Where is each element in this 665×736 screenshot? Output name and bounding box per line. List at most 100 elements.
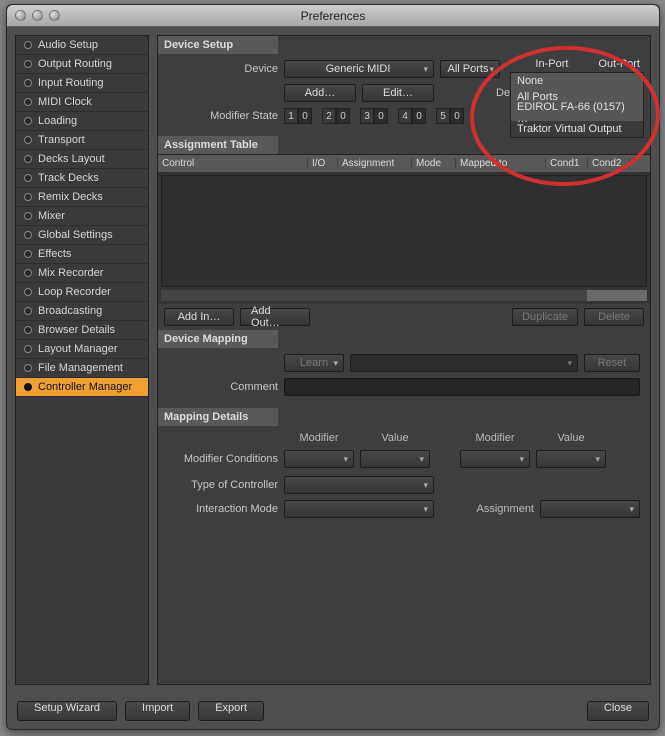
sidebar-item-mixer[interactable]: Mixer — [16, 207, 148, 226]
column-assignment[interactable]: Assignment — [338, 158, 412, 169]
type-of-controller-dropdown[interactable] — [284, 476, 434, 494]
modifier-1[interactable]: 10 — [284, 108, 312, 124]
radio-icon — [24, 98, 32, 106]
sidebar-item-label: Effects — [38, 248, 71, 260]
sidebar-item-label: Audio Setup — [38, 39, 98, 51]
sidebar-item-label: Broadcasting — [38, 305, 102, 317]
sidebar-item-midi-clock[interactable]: MIDI Clock — [16, 93, 148, 112]
add-out-button[interactable]: Add Out… — [240, 308, 310, 326]
setup-wizard-button[interactable]: Setup Wizard — [17, 701, 117, 721]
assignment-table-body[interactable] — [161, 175, 647, 287]
sidebar-item-label: Output Routing — [38, 58, 112, 70]
window-title: Preferences — [7, 9, 659, 23]
modifier-col-2: Modifier — [460, 432, 530, 444]
sidebar-item-audio-setup[interactable]: Audio Setup — [16, 36, 148, 55]
value-col-1: Value — [360, 432, 430, 444]
sidebar-item-label: Transport — [38, 134, 85, 146]
sidebar-item-loading[interactable]: Loading — [16, 112, 148, 131]
mapping-display-dropdown[interactable] — [350, 354, 578, 372]
radio-icon — [24, 174, 32, 182]
value-col-2: Value — [536, 432, 606, 444]
assignment-dropdown[interactable] — [540, 500, 640, 518]
column-control[interactable]: Control — [158, 158, 308, 169]
radio-icon — [24, 231, 32, 239]
device-label: Device — [168, 63, 278, 75]
modifier-conditions-label: Modifier Conditions — [168, 453, 278, 465]
edit-device-button[interactable]: Edit… — [362, 84, 434, 102]
column-cond1[interactable]: Cond1 — [546, 158, 588, 169]
column-cond2[interactable]: Cond2 — [588, 158, 630, 169]
sidebar-item-global-settings[interactable]: Global Settings — [16, 226, 148, 245]
sidebar-item-loop-recorder[interactable]: Loop Recorder — [16, 283, 148, 302]
radio-icon — [24, 117, 32, 125]
delete-button[interactable]: Delete — [584, 308, 644, 326]
column-mode[interactable]: Mode — [412, 158, 456, 169]
type-of-controller-label: Type of Controller — [168, 479, 278, 491]
modifier-4[interactable]: 40 — [398, 108, 426, 124]
titlebar: Preferences — [7, 5, 659, 27]
preferences-window: Preferences Audio Setup Output Routing Inp… — [6, 4, 660, 730]
sidebar-item-file-management[interactable]: File Management — [16, 359, 148, 378]
mc-modifier-2[interactable] — [460, 450, 530, 468]
sidebar-item-label: Track Decks — [38, 172, 99, 184]
sidebar-item-decks-layout[interactable]: Decks Layout — [16, 150, 148, 169]
sidebar-item-label: Mixer — [38, 210, 65, 222]
radio-icon — [24, 307, 32, 315]
assignment-table-scrollbar[interactable] — [161, 290, 647, 301]
outport-option-none[interactable]: None — [511, 73, 643, 89]
main-panel: Device Setup In-Port Out-Port Device Gen… — [157, 35, 651, 685]
modifier-3[interactable]: 30 — [360, 108, 388, 124]
radio-icon — [24, 364, 32, 372]
interaction-mode-label: Interaction Mode — [168, 503, 278, 515]
sidebar-item-browser-details[interactable]: Browser Details — [16, 321, 148, 340]
column-i-o[interactable]: I/O — [308, 158, 338, 169]
sidebar-item-track-decks[interactable]: Track Decks — [16, 169, 148, 188]
modifier-5[interactable]: 50 — [436, 108, 464, 124]
sidebar-item-label: File Management — [38, 362, 123, 374]
sidebar-item-effects[interactable]: Effects — [16, 245, 148, 264]
assignment-table-header: Assignment Table — [158, 136, 278, 154]
learn-button[interactable]: Learn — [284, 354, 344, 372]
mc-modifier-1[interactable] — [284, 450, 354, 468]
out-port-dropdown-menu[interactable]: NoneAll PortsEDIROL FA-66 (0157) …Trakto… — [510, 72, 644, 138]
sidebar-item-transport[interactable]: Transport — [16, 131, 148, 150]
sidebar-item-label: Loading — [38, 115, 77, 127]
sidebar-item-mix-recorder[interactable]: Mix Recorder — [16, 264, 148, 283]
sidebar-item-label: Decks Layout — [38, 153, 105, 165]
radio-icon — [24, 345, 32, 353]
sidebar-item-label: Remix Decks — [38, 191, 103, 203]
in-port-label: In-Port — [535, 58, 568, 70]
outport-option-edirol-fa-66-0157-[interactable]: EDIROL FA-66 (0157) … — [511, 105, 643, 121]
import-button[interactable]: Import — [125, 701, 190, 721]
export-button[interactable]: Export — [198, 701, 264, 721]
comment-field[interactable] — [284, 378, 640, 396]
sidebar-item-output-routing[interactable]: Output Routing — [16, 55, 148, 74]
in-port-dropdown[interactable]: All Ports — [440, 60, 500, 78]
duplicate-button[interactable]: Duplicate — [512, 308, 578, 326]
modifier-2[interactable]: 20 — [322, 108, 350, 124]
device-mapping-header: Device Mapping — [158, 330, 278, 348]
radio-icon — [24, 288, 32, 296]
mc-value-1[interactable] — [360, 450, 430, 468]
preferences-sidebar: Audio Setup Output Routing Input RoutingMI… — [15, 35, 149, 685]
sidebar-item-controller-manager[interactable]: Controller Manager — [16, 378, 148, 397]
column-mapped-to[interactable]: Mapped to — [456, 158, 546, 169]
radio-icon — [24, 269, 32, 277]
sidebar-item-input-routing[interactable]: Input Routing — [16, 74, 148, 93]
close-button[interactable]: Close — [587, 701, 649, 721]
reset-button[interactable]: Reset — [584, 354, 640, 372]
sidebar-item-broadcasting[interactable]: Broadcasting — [16, 302, 148, 321]
sidebar-item-label: Controller Manager — [38, 381, 132, 393]
radio-icon — [24, 60, 32, 68]
radio-icon — [24, 193, 32, 201]
sidebar-item-remix-decks[interactable]: Remix Decks — [16, 188, 148, 207]
interaction-mode-dropdown[interactable] — [284, 500, 434, 518]
radio-icon — [24, 155, 32, 163]
mc-value-2[interactable] — [536, 450, 606, 468]
add-device-button[interactable]: Add… — [284, 84, 356, 102]
sidebar-item-label: Browser Details — [38, 324, 115, 336]
assignment-label: Assignment — [464, 503, 534, 515]
device-dropdown[interactable]: Generic MIDI — [284, 60, 434, 78]
add-in-button[interactable]: Add In… — [164, 308, 234, 326]
sidebar-item-layout-manager[interactable]: Layout Manager — [16, 340, 148, 359]
